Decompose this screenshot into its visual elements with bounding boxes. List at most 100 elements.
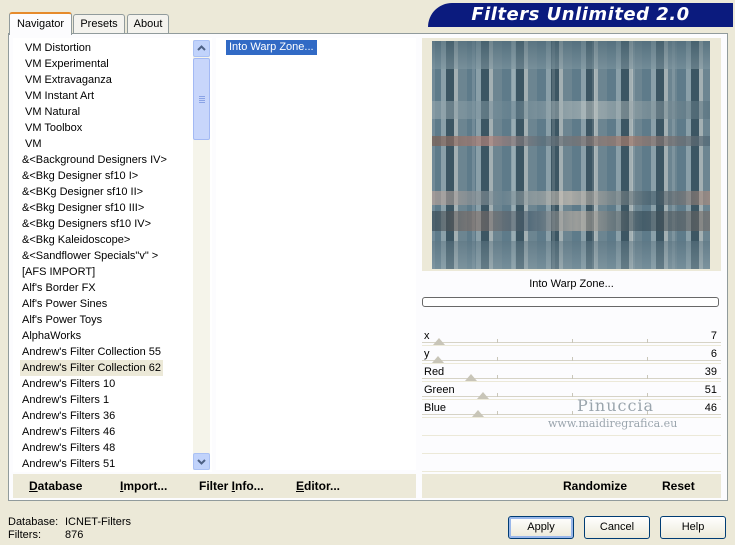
category-item[interactable]: Andrew's Filters 48 — [20, 440, 117, 456]
scroll-up-button[interactable] — [193, 40, 210, 57]
category-item[interactable]: &<Background Designers IV> — [20, 152, 169, 168]
slider-tick — [647, 375, 648, 379]
database-mnemonic: D — [29, 479, 38, 493]
slider-tick — [572, 393, 573, 397]
reset-button[interactable]: Reset — [662, 479, 695, 493]
category-item[interactable]: VM — [23, 136, 44, 152]
category-scrollbar[interactable] — [193, 40, 210, 470]
slider-blue[interactable]: Blue 46 — [422, 400, 721, 418]
category-item[interactable]: Andrew's Filters 1 — [20, 392, 111, 408]
category-item[interactable]: AlphaWorks — [20, 328, 83, 344]
category-item[interactable]: Andrew's Filter Collection 55 — [20, 344, 163, 360]
tab-presets[interactable]: Presets — [73, 14, 125, 33]
category-item[interactable]: [AFS IMPORT] — [20, 264, 97, 280]
slider-tick — [497, 411, 498, 415]
editor-button[interactable]: Editor... — [296, 479, 340, 493]
slider-label: Red — [424, 366, 445, 378]
slider-value: 39 — [704, 366, 717, 378]
preview-actions-bar: Randomize Reset — [422, 474, 721, 498]
category-item[interactable]: &<Bkg Kaleidoscope> — [20, 232, 132, 248]
tab-presets-label: Presets — [80, 18, 118, 30]
slider-label: Blue — [424, 402, 447, 414]
preview-filter-name: Into Warp Zone... — [422, 274, 721, 294]
slider-tick — [647, 339, 648, 343]
category-item[interactable]: &<Bkg Designer sf10 I> — [20, 168, 140, 184]
slider-thumb[interactable] — [431, 356, 444, 363]
category-item[interactable]: Alf's Power Toys — [20, 312, 104, 328]
tab-navigator[interactable]: Navigator — [9, 12, 72, 35]
editor-mnemonic: E — [296, 479, 305, 493]
watermark-url: www.maidiregrafica.eu — [548, 417, 678, 430]
tab-about[interactable]: About — [127, 14, 169, 33]
category-item[interactable]: VM Experimental — [23, 56, 111, 72]
slider-tick — [572, 357, 573, 361]
filters-count-label: Filters: — [8, 529, 41, 541]
database-button[interactable]: Database — [29, 479, 82, 493]
cancel-button[interactable]: Cancel — [584, 516, 650, 539]
slider-tick — [647, 357, 648, 361]
database-info-label: Database: — [8, 516, 59, 528]
category-item[interactable]: VM Extravaganza — [23, 72, 114, 88]
category-item[interactable]: VM Instant Art — [23, 88, 96, 104]
category-item[interactable]: Andrew's Filters 36 — [20, 408, 117, 424]
filter-item-selected[interactable]: Into Warp Zone... — [226, 40, 317, 55]
category-item[interactable]: VM Distortion — [23, 40, 93, 56]
filter-list[interactable]: Into Warp Zone... — [216, 38, 416, 470]
chevron-down-icon — [197, 459, 206, 465]
slider-red[interactable]: Red 39 — [422, 364, 721, 382]
category-item[interactable]: &<BKg Designer sf10 II> — [20, 184, 145, 200]
title-banner: Filters Unlimited 2.0 — [428, 3, 733, 27]
preview-image[interactable] — [432, 41, 710, 269]
slider-thumb[interactable] — [465, 374, 477, 381]
category-item[interactable]: Andrew's Filters 46 — [20, 424, 117, 440]
slider-tick — [497, 393, 498, 397]
slider-value: 46 — [704, 402, 717, 414]
progress-bar — [422, 297, 719, 307]
tab-navigator-label: Navigator — [16, 18, 65, 30]
randomize-button[interactable]: Randomize — [563, 479, 627, 493]
slider-tick — [572, 339, 573, 343]
watermark-name: Pinuccia — [577, 396, 655, 415]
slider-y[interactable]: y6 — [422, 346, 721, 364]
tab-about-label: About — [133, 18, 163, 30]
slider-x[interactable]: x7 — [422, 328, 721, 346]
database-info-value: ICNET-Filters — [65, 516, 131, 528]
slider-tick — [572, 411, 573, 415]
slider-label: y — [424, 348, 430, 360]
slider-value: 6 — [710, 348, 717, 360]
slider-value: 7 — [710, 330, 717, 342]
slider-thumb[interactable] — [432, 338, 445, 345]
slider-tick — [572, 375, 573, 379]
slider-thumb[interactable] — [471, 410, 484, 417]
import-button[interactable]: Import... — [120, 479, 167, 493]
category-item[interactable]: &<Bkg Designer sf10 III> — [20, 200, 146, 216]
slider-green[interactable]: Green 51 — [422, 382, 721, 400]
category-list[interactable]: VM Distortion VM Experimental VM Extravaga… — [13, 38, 212, 472]
slider-value: 51 — [704, 384, 717, 396]
category-item[interactable]: Andrew's Filters 51 — [20, 456, 117, 471]
category-item[interactable]: VM Toolbox — [23, 120, 84, 136]
category-item[interactable]: Alf's Border FX — [20, 280, 98, 296]
banner-title: Filters Unlimited 2.0 — [471, 4, 690, 25]
filters-count-value: 876 — [65, 529, 84, 541]
filter-info-label: nfo... — [235, 479, 264, 493]
scroll-thumb[interactable] — [193, 58, 210, 140]
filter-info-prefix: Filter — [199, 479, 232, 493]
empty-control-row — [422, 454, 721, 472]
preview-frame — [422, 38, 721, 271]
filter-info-button[interactable]: Filter Info... — [199, 479, 264, 493]
slider-label: Green — [424, 384, 455, 396]
slider-label: x — [424, 330, 430, 342]
category-item[interactable]: Alf's Power Sines — [20, 296, 109, 312]
import-label: mport... — [123, 479, 168, 493]
category-item[interactable]: VM Natural — [23, 104, 82, 120]
category-item[interactable]: Andrew's Filter Collection 62 — [20, 360, 164, 376]
category-item[interactable]: &<Bkg Designers sf10 IV> — [20, 216, 153, 232]
category-item[interactable]: Andrew's Filters 10 — [20, 376, 117, 392]
scroll-down-button[interactable] — [193, 453, 210, 470]
slider-thumb[interactable] — [477, 392, 489, 399]
category-item[interactable]: &<Sandflower Specials"v" > — [20, 248, 160, 264]
apply-button[interactable]: Apply — [508, 516, 574, 539]
database-label: atabase — [37, 479, 83, 493]
help-button[interactable]: Help — [660, 516, 726, 539]
